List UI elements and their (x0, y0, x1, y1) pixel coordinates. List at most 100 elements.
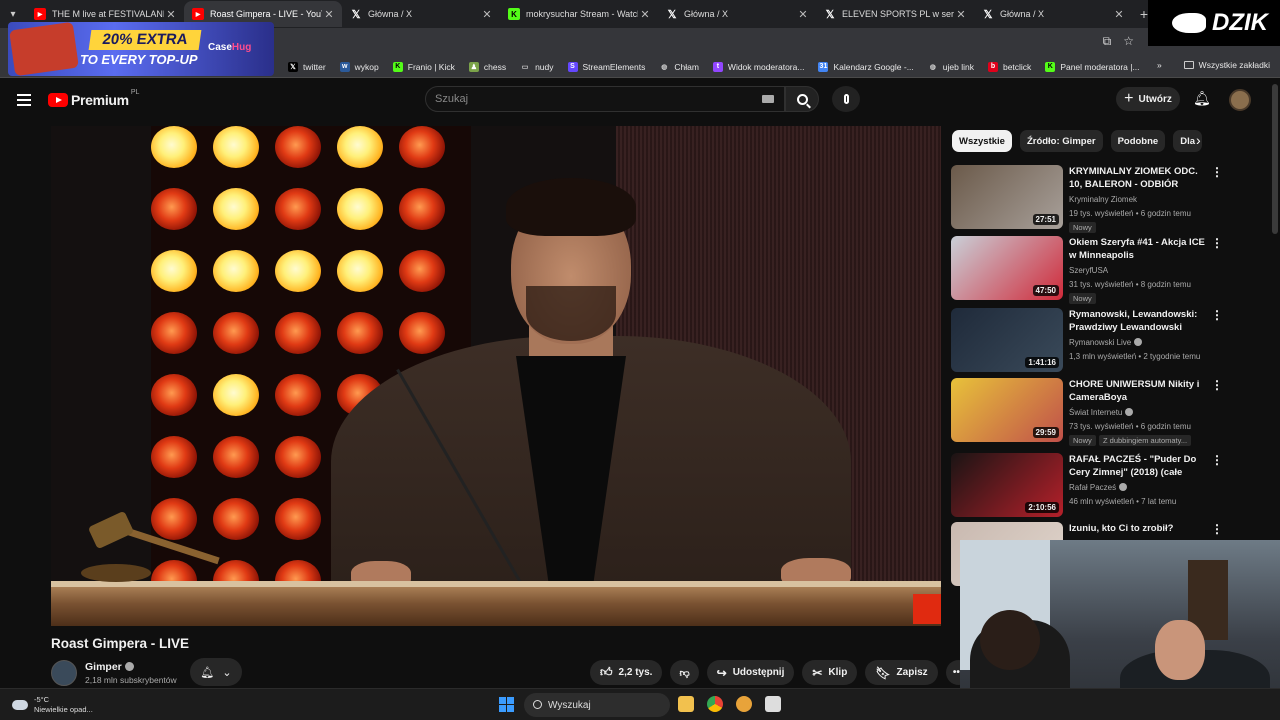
screen: ▾ ▶THE M live at FESTIVALAND 20...✕▶Roas… (0, 0, 1280, 720)
hamburger-menu-icon[interactable] (17, 94, 31, 106)
recommendation-channel[interactable]: Rymanowski Live (1069, 338, 1143, 347)
recommendation-item[interactable]: 2:10:56 RAFAŁ PACZEŚ - "Puder Do Cery Zim… (951, 453, 1271, 519)
channel-avatar[interactable] (51, 660, 77, 686)
bookmark-star-icon[interactable]: ☆ (1123, 34, 1134, 49)
recommendation-title[interactable]: RAFAŁ PACZEŚ - "Puder Do Cery Zimnej" (2… (1069, 453, 1205, 479)
recommendation-item[interactable]: 27:51 KRYMINALNY ZIOMEK ODC. 10, BALERON … (951, 165, 1271, 233)
all-bookmarks[interactable]: » Wszystkie zakładki (1157, 60, 1270, 70)
recommendation-title[interactable]: KRYMINALNY ZIOMEK ODC. 10, BALERON - ODB… (1069, 165, 1205, 191)
chrome-icon[interactable] (707, 696, 723, 712)
close-icon[interactable]: ✕ (164, 8, 178, 21)
subscription-bell-button[interactable]: 🔔︎ ⌄ (190, 658, 242, 686)
bookmark-6[interactable]: ◍ Chłam (659, 62, 699, 72)
channel-label: Świat Internetu (1069, 408, 1123, 417)
bookmark-3[interactable]: ♟ chess (468, 61, 506, 72)
video-duration: 1:41:16 (1025, 357, 1059, 368)
notifications-bell-icon[interactable]: 🔔︎ (1193, 90, 1211, 107)
keyboard-icon[interactable] (762, 95, 774, 103)
file-explorer-icon[interactable] (678, 696, 694, 712)
windows-taskbar: -5°C Niewielkie opad... Wyszukaj (0, 688, 1280, 720)
close-icon[interactable]: ✕ (322, 8, 336, 21)
share-button[interactable]: ↪ Udostępnij (706, 660, 795, 685)
video-thumbnail[interactable]: 1:41:16 (951, 308, 1063, 372)
boar-icon (1172, 13, 1206, 33)
search-button[interactable] (785, 86, 819, 112)
video-thumbnail[interactable]: 47:50 (951, 236, 1063, 300)
user-avatar[interactable] (1229, 89, 1251, 111)
more-vertical-icon[interactable]: ⋮ (1211, 308, 1223, 322)
stage-light (275, 126, 321, 168)
save-button[interactable]: 🔖︎ Zapisz (865, 660, 938, 685)
video-player[interactable] (51, 126, 941, 626)
bookmark-label: wykop (354, 61, 379, 72)
recommendation-title[interactable]: CHORE UNIWERSUM Nikity i CameraBoya (1069, 378, 1205, 404)
close-icon[interactable]: ✕ (1112, 8, 1126, 21)
bookmark-0[interactable]: 𝕏twitter (288, 61, 326, 72)
snipping-tool-icon[interactable] (765, 696, 781, 712)
paint-app-icon[interactable] (736, 696, 752, 712)
search-input[interactable]: Szukaj (425, 86, 785, 112)
more-vertical-icon[interactable]: ⋮ (1211, 453, 1223, 467)
video-thumbnail[interactable]: 2:10:56 (951, 453, 1063, 517)
recommendation-item[interactable]: 47:50 Okiem Szeryfa #41 - Akcja ICE w Min… (951, 236, 1271, 304)
tab-6[interactable]: 𝕏 Główna / X ✕ (974, 1, 1132, 27)
close-icon[interactable]: ✕ (480, 8, 494, 21)
more-vertical-icon[interactable]: ⋮ (1211, 236, 1223, 250)
tab-3[interactable]: Kmokrysuchar Stream - Watch L...✕ (500, 1, 658, 27)
clip-button[interactable]: ✂ Klip (802, 660, 858, 685)
recommendation-item[interactable]: 1:41:16 Rymanowski, Lewandowski: Prawdziw… (951, 308, 1271, 374)
temperature: -5°C (34, 695, 50, 704)
close-icon[interactable]: ✕ (796, 8, 810, 21)
close-icon[interactable]: ✕ (638, 8, 652, 21)
voice-search-button[interactable] (832, 86, 860, 112)
bookmark-2[interactable]: K Franio | Kick (392, 61, 455, 72)
share-icon: ↪ (716, 665, 727, 680)
install-app-icon[interactable]: ⧉ (1103, 34, 1112, 49)
like-button[interactable]: 👍︎ 2,2 tys. (590, 660, 663, 685)
recommendation-item[interactable]: 29:59 CHORE UNIWERSUM Nikity i CameraBoya… (951, 378, 1271, 446)
x-icon: 𝕏 (288, 61, 298, 72)
tab-2[interactable]: 𝕏 Główna / X ✕ (342, 1, 500, 27)
chevron-right-icon[interactable]: » (1157, 60, 1162, 70)
recommendation-title[interactable]: Izuniu, kto Ci to zrobił? (1069, 522, 1205, 535)
bookmark-9[interactable]: ◍ ujeb link (928, 62, 974, 72)
bookmark-10[interactable]: b betclick (987, 61, 1031, 72)
tab-4[interactable]: 𝕏 Główna / X ✕ (658, 1, 816, 27)
recommendation-channel[interactable]: Kryminalny Ziomek (1069, 195, 1137, 204)
recommendation-title[interactable]: Okiem Szeryfa #41 - Akcja ICE w Minneapo… (1069, 236, 1205, 262)
more-vertical-icon[interactable]: ⋮ (1211, 522, 1223, 536)
recommendation-channel[interactable]: Świat Internetu (1069, 408, 1134, 417)
chip-0[interactable]: Wszystkie (952, 130, 1012, 152)
recommendation-channel[interactable]: Rafał Pacześ (1069, 483, 1128, 492)
bookmark-7[interactable]: t Widok moderatora... (712, 61, 804, 72)
create-button[interactable]: + Utwórz (1116, 87, 1180, 111)
page-scrollbar[interactable] (1272, 84, 1278, 234)
bookmark-11[interactable]: K Panel moderatora |... (1045, 61, 1140, 72)
chip-2[interactable]: Podobne (1110, 130, 1166, 152)
chip-next-icon[interactable]: › (1196, 132, 1201, 148)
bookmark-4[interactable]: ▭ nudy (520, 62, 554, 72)
more-vertical-icon[interactable]: ⋮ (1211, 165, 1223, 179)
weather-widget[interactable]: -5°C Niewielkie opad... (12, 695, 93, 715)
ad-brand-a: Case (208, 42, 232, 53)
dislike-button[interactable]: 👎︎ (670, 660, 699, 685)
bookmark-1[interactable]: w wykop (339, 61, 379, 72)
tab-5[interactable]: 𝕏 ELEVEN SPORTS PL w serwisie ...✕ (816, 1, 974, 27)
video-thumbnail[interactable]: 27:51 (951, 165, 1063, 229)
bookmark-8[interactable]: 31 Kalendarz Google -... (818, 61, 914, 72)
video-thumbnail[interactable]: 29:59 (951, 378, 1063, 442)
taskbar-search[interactable]: Wyszukaj (524, 693, 670, 717)
windows-start-icon[interactable] (499, 697, 514, 712)
channel-name[interactable]: Gimper (85, 661, 134, 673)
chip-1[interactable]: Źródło: Gimper (1019, 130, 1103, 152)
gavel-icon (81, 510, 220, 588)
bookmark-5[interactable]: S StreamElements (567, 61, 645, 72)
recommendation-channel[interactable]: SzeryfUSA (1069, 266, 1108, 275)
recommendation-title[interactable]: Rymanowski, Lewandowski: Prawdziwy Lewan… (1069, 308, 1205, 334)
more-vertical-icon[interactable]: ⋮ (1211, 378, 1223, 392)
youtube-premium-logo[interactable]: Premium PL (48, 89, 139, 108)
channel-label: Kryminalny Ziomek (1069, 195, 1138, 204)
close-icon[interactable]: ✕ (954, 8, 968, 21)
search-placeholder: Szukaj (435, 93, 469, 105)
video-duration: 27:51 (1032, 214, 1059, 225)
